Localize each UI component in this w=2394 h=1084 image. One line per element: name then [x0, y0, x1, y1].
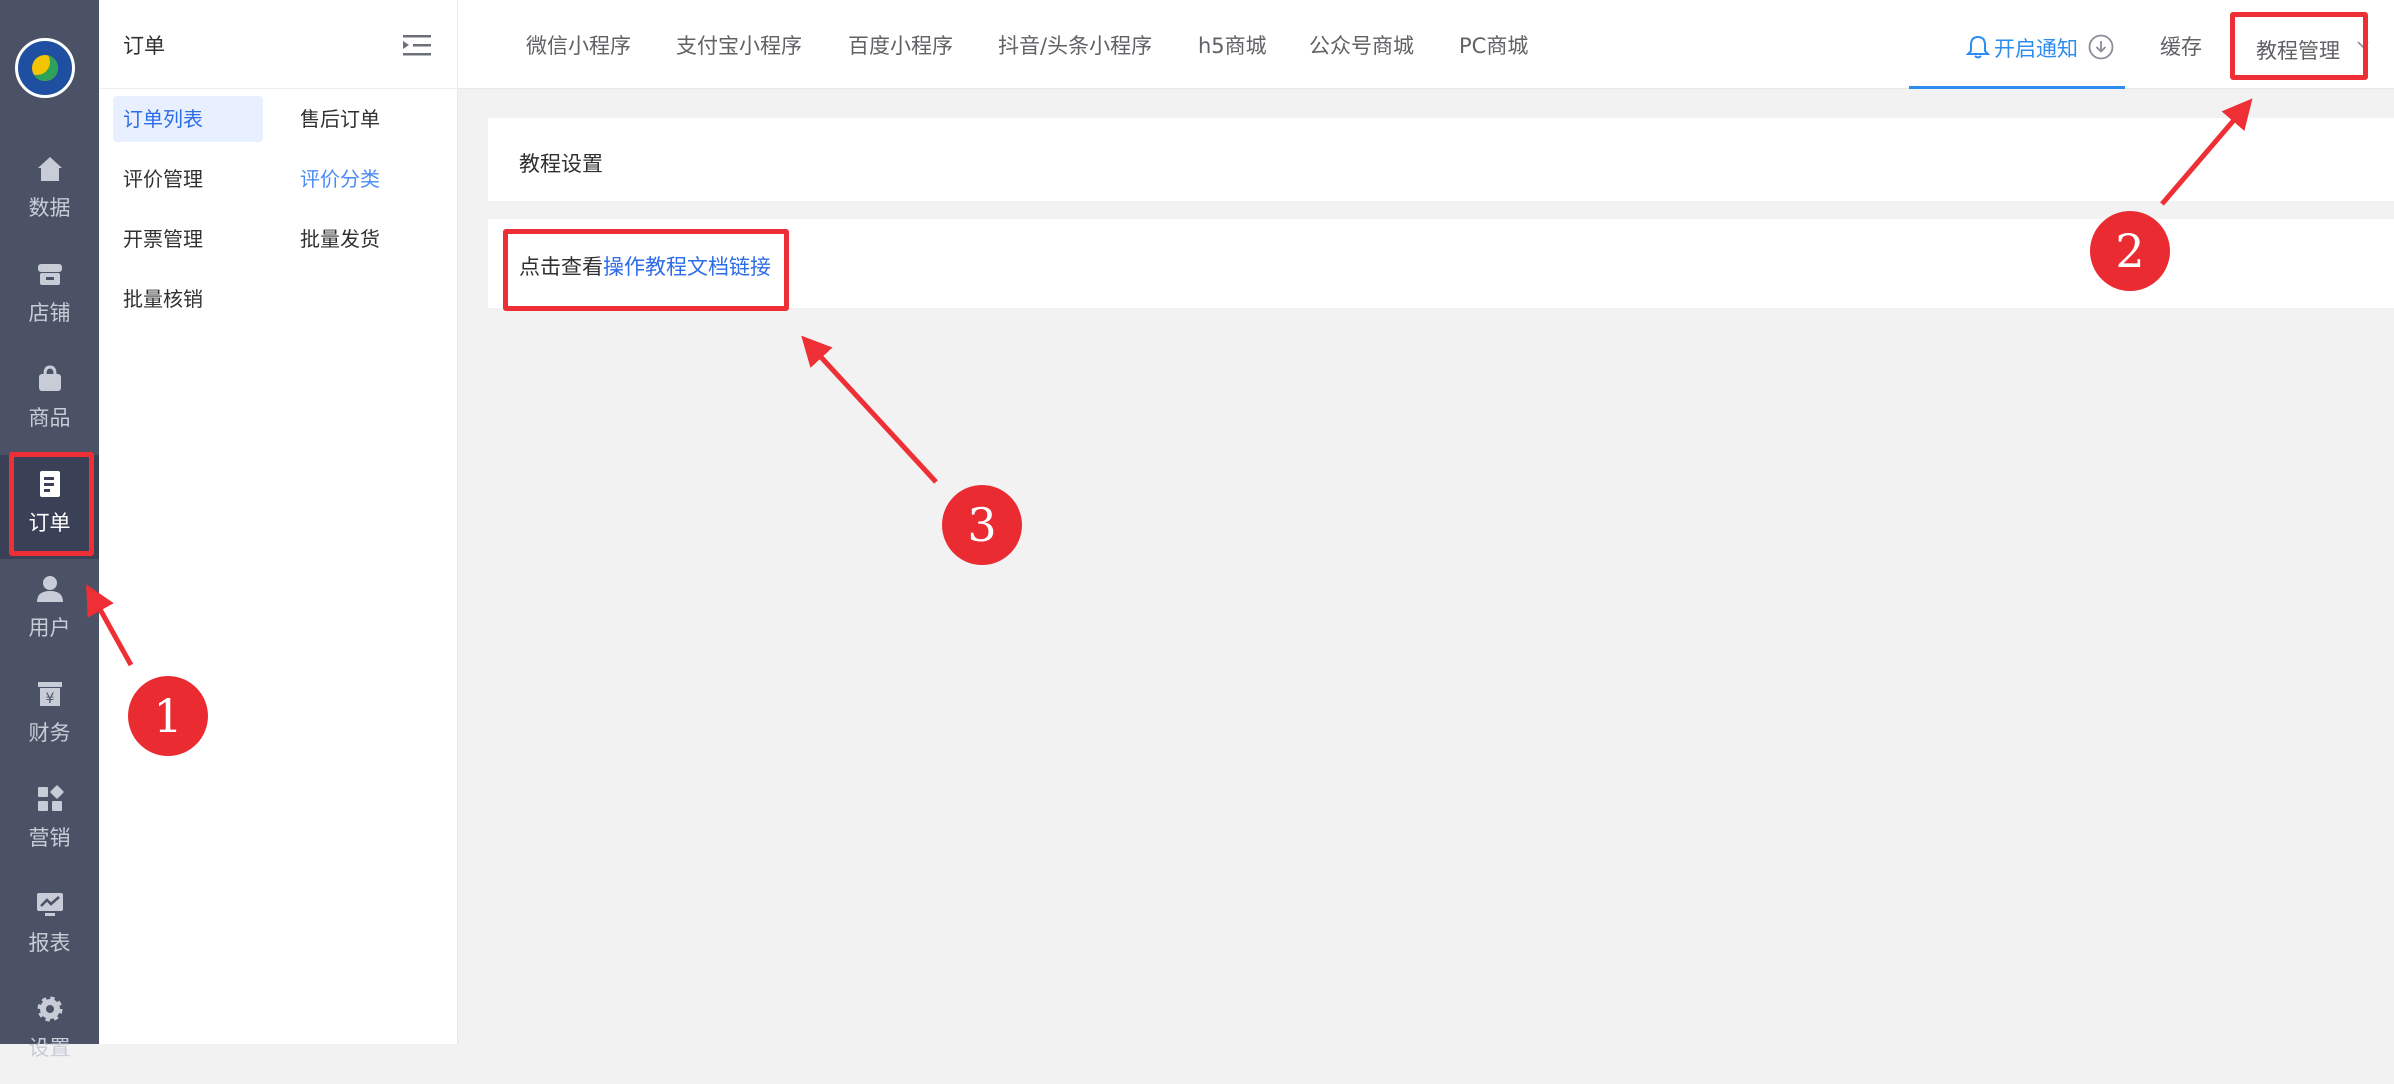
report-icon	[37, 893, 63, 916]
submenu-header: 订单	[99, 0, 457, 89]
tab-douyin-mini[interactable]: 抖音/头条小程序	[998, 30, 1152, 60]
gear-icon	[37, 996, 63, 1022]
submenu-item-review-categories[interactable]: 评价分类	[290, 156, 390, 202]
nav-item-data[interactable]: 数据	[0, 140, 99, 244]
finance-icon: ¥	[38, 682, 62, 707]
chevron-down-icon	[2357, 41, 2369, 49]
step-badge-1: 1	[128, 676, 208, 756]
nav-label: 用户	[28, 616, 71, 640]
submenu-item-invoices[interactable]: 开票管理	[113, 216, 213, 262]
nav-item-goods[interactable]: 商品	[0, 350, 99, 454]
nav-label: 商品	[28, 406, 71, 430]
cache-button[interactable]: 缓存	[2160, 31, 2202, 61]
collapse-menu-icon[interactable]	[403, 33, 431, 57]
notify-label: 开启通知	[1994, 37, 2078, 61]
app-logo[interactable]	[15, 38, 75, 98]
nav-label: 设置	[28, 1036, 71, 1060]
tutorial-management-menu[interactable]: 教程管理	[2256, 35, 2340, 65]
nav-label: 营销	[28, 826, 71, 850]
order-submenu: 订单 订单列表 售后订单 评价管理 评价分类 开票管理 批量发货 批量核销	[99, 0, 458, 1044]
tab-alipay-mini[interactable]: 支付宝小程序	[676, 30, 802, 60]
prompt-text: 点击查看	[519, 255, 603, 279]
tutorial-link-line: 点击查看操作教程文档链接	[519, 251, 771, 281]
nav-item-settings[interactable]: 设置	[0, 980, 99, 1084]
tutorial-settings-card: 教程设置	[488, 118, 2394, 201]
nav-item-user[interactable]: 用户	[0, 560, 99, 664]
section-title: 教程设置	[519, 152, 603, 176]
bag-icon	[39, 365, 61, 391]
nav-item-finance[interactable]: ¥ 财务	[0, 665, 99, 769]
submenu-item-after-sales[interactable]: 售后订单	[290, 96, 390, 142]
nav-label: 财务	[28, 721, 71, 745]
svg-text:¥: ¥	[46, 691, 55, 707]
nav-label: 报表	[28, 931, 71, 955]
submenu-item-bulk-verify[interactable]: 批量核销	[113, 276, 213, 322]
tab-official-account-mall[interactable]: 公众号商城	[1309, 30, 1414, 60]
submenu-item-reviews[interactable]: 评价管理	[113, 156, 213, 202]
shop-icon	[38, 264, 62, 285]
home-icon	[38, 157, 62, 181]
user-icon	[37, 576, 63, 602]
top-bar: 微信小程序 支付宝小程序 百度小程序 抖音/头条小程序 h5商城 公众号商城 P…	[458, 0, 2394, 89]
arrow-3	[801, 335, 938, 484]
nav-label: 店铺	[28, 301, 71, 325]
nav-item-shop[interactable]: 店铺	[0, 245, 99, 349]
nav-label: 订单	[28, 511, 71, 535]
nav-label: 数据	[28, 196, 71, 220]
tutorial-doc-link[interactable]: 操作教程文档链接	[603, 255, 771, 279]
download-icon[interactable]	[2088, 34, 2114, 60]
submenu-item-bulk-ship[interactable]: 批量发货	[290, 216, 390, 262]
main-nav-rail: 数据 店铺 商品 订单 用户 ¥ 财务 营销 报表 设置	[0, 0, 99, 1060]
tab-wechat-mini[interactable]: 微信小程序	[526, 30, 631, 60]
tab-h5-mall[interactable]: h5商城	[1198, 30, 1267, 60]
nav-item-report[interactable]: 报表	[0, 875, 99, 979]
nav-item-marketing[interactable]: 营销	[0, 770, 99, 874]
bell-icon	[1966, 35, 1990, 59]
tab-baidu-mini[interactable]: 百度小程序	[848, 30, 953, 60]
step-badge-3: 3	[942, 485, 1022, 565]
submenu-title: 订单	[123, 34, 165, 58]
step-badge-2: 2	[2090, 211, 2170, 291]
tab-pc-mall[interactable]: PC商城	[1459, 30, 1528, 60]
order-icon	[40, 471, 60, 497]
marketing-icon	[38, 785, 64, 811]
nav-item-order[interactable]: 订单	[0, 455, 99, 559]
submenu-item-order-list[interactable]: 订单列表	[113, 96, 263, 142]
